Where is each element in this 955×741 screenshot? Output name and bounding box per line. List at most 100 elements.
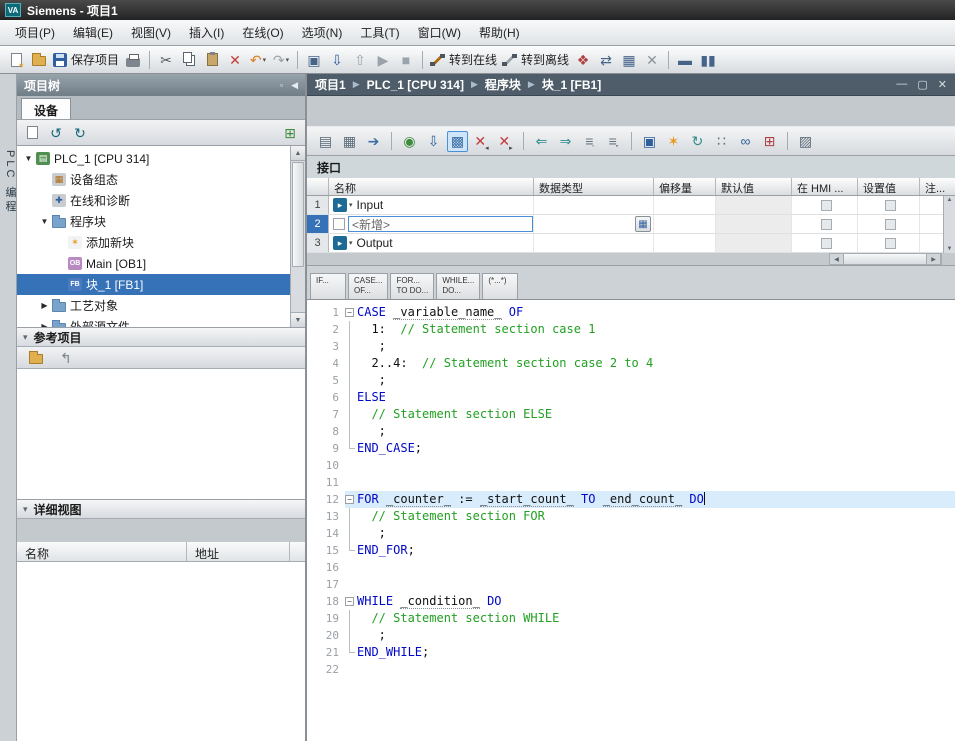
menu-item[interactable]: 视图(V) [122, 20, 180, 45]
scroll-right-icon[interactable]: ▶ [927, 254, 940, 264]
datatype-cell[interactable] [534, 234, 654, 252]
scl-code-editor[interactable]: 1−CASE _variable_name_ OF2 1: // Stateme… [307, 300, 955, 741]
cut-icon[interactable]: ✂ [155, 49, 177, 71]
go-offline-button[interactable]: 转到离线 [500, 49, 571, 71]
variable-name-cell[interactable]: ▸▾Input [329, 196, 534, 214]
insert-row-icon[interactable]: ▤ [315, 131, 336, 152]
dropdown-caret-icon[interactable]: ▾ [263, 56, 267, 64]
redo-button[interactable]: ↷▾ [270, 49, 292, 71]
add-to-favorites-icon[interactable]: ✶ [663, 131, 684, 152]
open-external-source-icon[interactable]: ➔ [363, 131, 384, 152]
collapse-panel-icon[interactable]: ◀ [291, 80, 298, 91]
datatype-picker-button[interactable]: ▦ [635, 216, 651, 232]
split-horizontal-icon[interactable]: ▬ [674, 49, 696, 71]
details-column-header[interactable]: 名称 [17, 542, 187, 561]
column-header[interactable]: 注... [920, 178, 955, 195]
snippet-tab-if[interactable]: IF... [310, 273, 346, 299]
monitoring-icon[interactable]: ∞ [735, 131, 756, 152]
code-line[interactable]: 9END_CASE; [309, 440, 955, 457]
expanded-arrow-icon[interactable]: ▼ [39, 217, 50, 226]
code-text[interactable]: ; [357, 525, 386, 542]
code-line[interactable]: 11 [309, 474, 955, 491]
snippets-icon[interactable]: ▩ [447, 131, 468, 152]
datatype-cell[interactable] [534, 196, 654, 214]
code-line[interactable]: 14 ; [309, 525, 955, 542]
variable-name-cell[interactable]: ▸▾Output [329, 234, 534, 252]
datatype-cell[interactable]: ▦ [534, 215, 654, 233]
collapse-region-icon[interactable]: − [345, 495, 354, 504]
tree-item[interactable]: ▶工艺对象 [17, 295, 290, 316]
breadcrumb-item[interactable]: 程序块 [485, 76, 521, 93]
column-header[interactable]: 默认值 [716, 178, 792, 195]
code-text[interactable]: // Statement section WHILE [357, 610, 559, 627]
collapsed-arrow-icon[interactable]: ▶ [39, 322, 50, 327]
code-text[interactable]: ; [357, 338, 386, 355]
code-line[interactable]: 15END_FOR; [309, 542, 955, 559]
tab-devices[interactable]: 设备 [21, 98, 71, 119]
collapse-region-icon[interactable]: − [345, 308, 354, 317]
hscrollbar-thumb[interactable] [843, 254, 927, 264]
tree-item[interactable]: ✶添加新块 [17, 232, 290, 253]
save-project-button[interactable]: 保存项目 [51, 49, 121, 71]
open-project-icon[interactable] [28, 49, 50, 71]
indent-icon[interactable]: ⇒ [555, 131, 576, 152]
scroll-up-icon[interactable]: ▲ [291, 146, 305, 161]
details-column-header[interactable]: 地址 [187, 542, 290, 561]
interface-row[interactable]: 1▸▾Input [307, 196, 955, 215]
column-header[interactable]: 偏移量 [654, 178, 716, 195]
column-header[interactable]: 设置值 [858, 178, 920, 195]
editor-restore-button[interactable]: ▢ [917, 78, 927, 91]
code-line[interactable]: 3 ; [309, 338, 955, 355]
code-text[interactable]: WHILE _condition_ DO [357, 593, 502, 610]
interface-row[interactable]: 3▸▾Output [307, 234, 955, 253]
breadcrumb-item[interactable]: PLC_1 [CPU 314] [367, 78, 464, 92]
code-line[interactable]: 21END_WHILE; [309, 644, 955, 661]
new-item-icon[interactable] [23, 124, 41, 142]
tree-item[interactable]: ▼程序块 [17, 211, 290, 232]
code-line[interactable]: 8 ; [309, 423, 955, 440]
code-line[interactable]: 5 ; [309, 372, 955, 389]
go-online-button[interactable]: 转到在线 [428, 49, 499, 71]
code-text[interactable]: ELSE [357, 389, 386, 406]
code-text[interactable]: // Statement section ELSE [357, 406, 552, 423]
navigate-back-icon[interactable]: ↺ [47, 124, 65, 142]
snippet-tab-case[interactable]: CASE...OF... [348, 273, 388, 299]
code-line[interactable]: 7 // Statement section ELSE [309, 406, 955, 423]
setpoint-checkbox[interactable] [885, 219, 896, 230]
breadcrumb-item[interactable]: 项目1 [315, 76, 346, 93]
column-header[interactable]: 在 HMI ... [792, 178, 858, 195]
update-block-calls-icon[interactable]: ↻ [687, 131, 708, 152]
column-header[interactable]: 数据类型 [534, 178, 654, 195]
online-diagnostics-icon[interactable]: ❖ [572, 49, 594, 71]
insert-block-call-icon[interactable]: ▣ [639, 131, 660, 152]
code-line[interactable]: 16 [309, 559, 955, 576]
download-to-device-icon[interactable]: ⇩ [326, 49, 348, 71]
show-catalog-icon[interactable]: ▦ [618, 49, 640, 71]
variable-name-input[interactable]: <新增> [348, 216, 533, 232]
code-line[interactable]: 10 [309, 457, 955, 474]
section-dropdown-icon[interactable]: ▾ [349, 239, 353, 247]
code-line[interactable]: 17 [309, 576, 955, 593]
accessible-devices-icon[interactable]: ▣ [303, 49, 325, 71]
variable-name-cell[interactable]: <新增> [329, 215, 534, 233]
portal-side-strip[interactable]: PLC 编程 [0, 74, 17, 741]
code-line[interactable]: 6ELSE [309, 389, 955, 406]
expanded-arrow-icon[interactable]: ▼ [23, 154, 34, 163]
comment-on-icon[interactable]: ≡' [579, 131, 600, 152]
dropdown-caret-icon[interactable]: ▾ [286, 56, 290, 64]
menu-item[interactable]: 插入(I) [180, 20, 233, 45]
next-error-icon[interactable]: ✕▸ [495, 131, 516, 152]
code-line[interactable]: 19 // Statement section WHILE [309, 610, 955, 627]
section-dropdown-icon[interactable]: ▾ [349, 201, 353, 209]
delete-icon[interactable]: ✕ [224, 49, 246, 71]
code-line[interactable]: 12−FOR _counter_ := _start_count_ TO _en… [309, 491, 955, 508]
hmi-checkbox[interactable] [821, 238, 832, 249]
block-properties-icon[interactable]: ▨ [795, 131, 816, 152]
code-text[interactable]: 1: // Statement section case 1 [357, 321, 595, 338]
code-line[interactable]: 22 [309, 661, 955, 678]
setpoint-checkbox[interactable] [885, 238, 896, 249]
collapsed-arrow-icon[interactable]: ▶ [39, 301, 50, 310]
tree-item[interactable]: ▼▤PLC_1 [CPU 314] [17, 148, 290, 169]
code-text[interactable]: CASE _variable_name_ OF [357, 304, 523, 321]
menu-item[interactable]: 选项(N) [293, 20, 352, 45]
